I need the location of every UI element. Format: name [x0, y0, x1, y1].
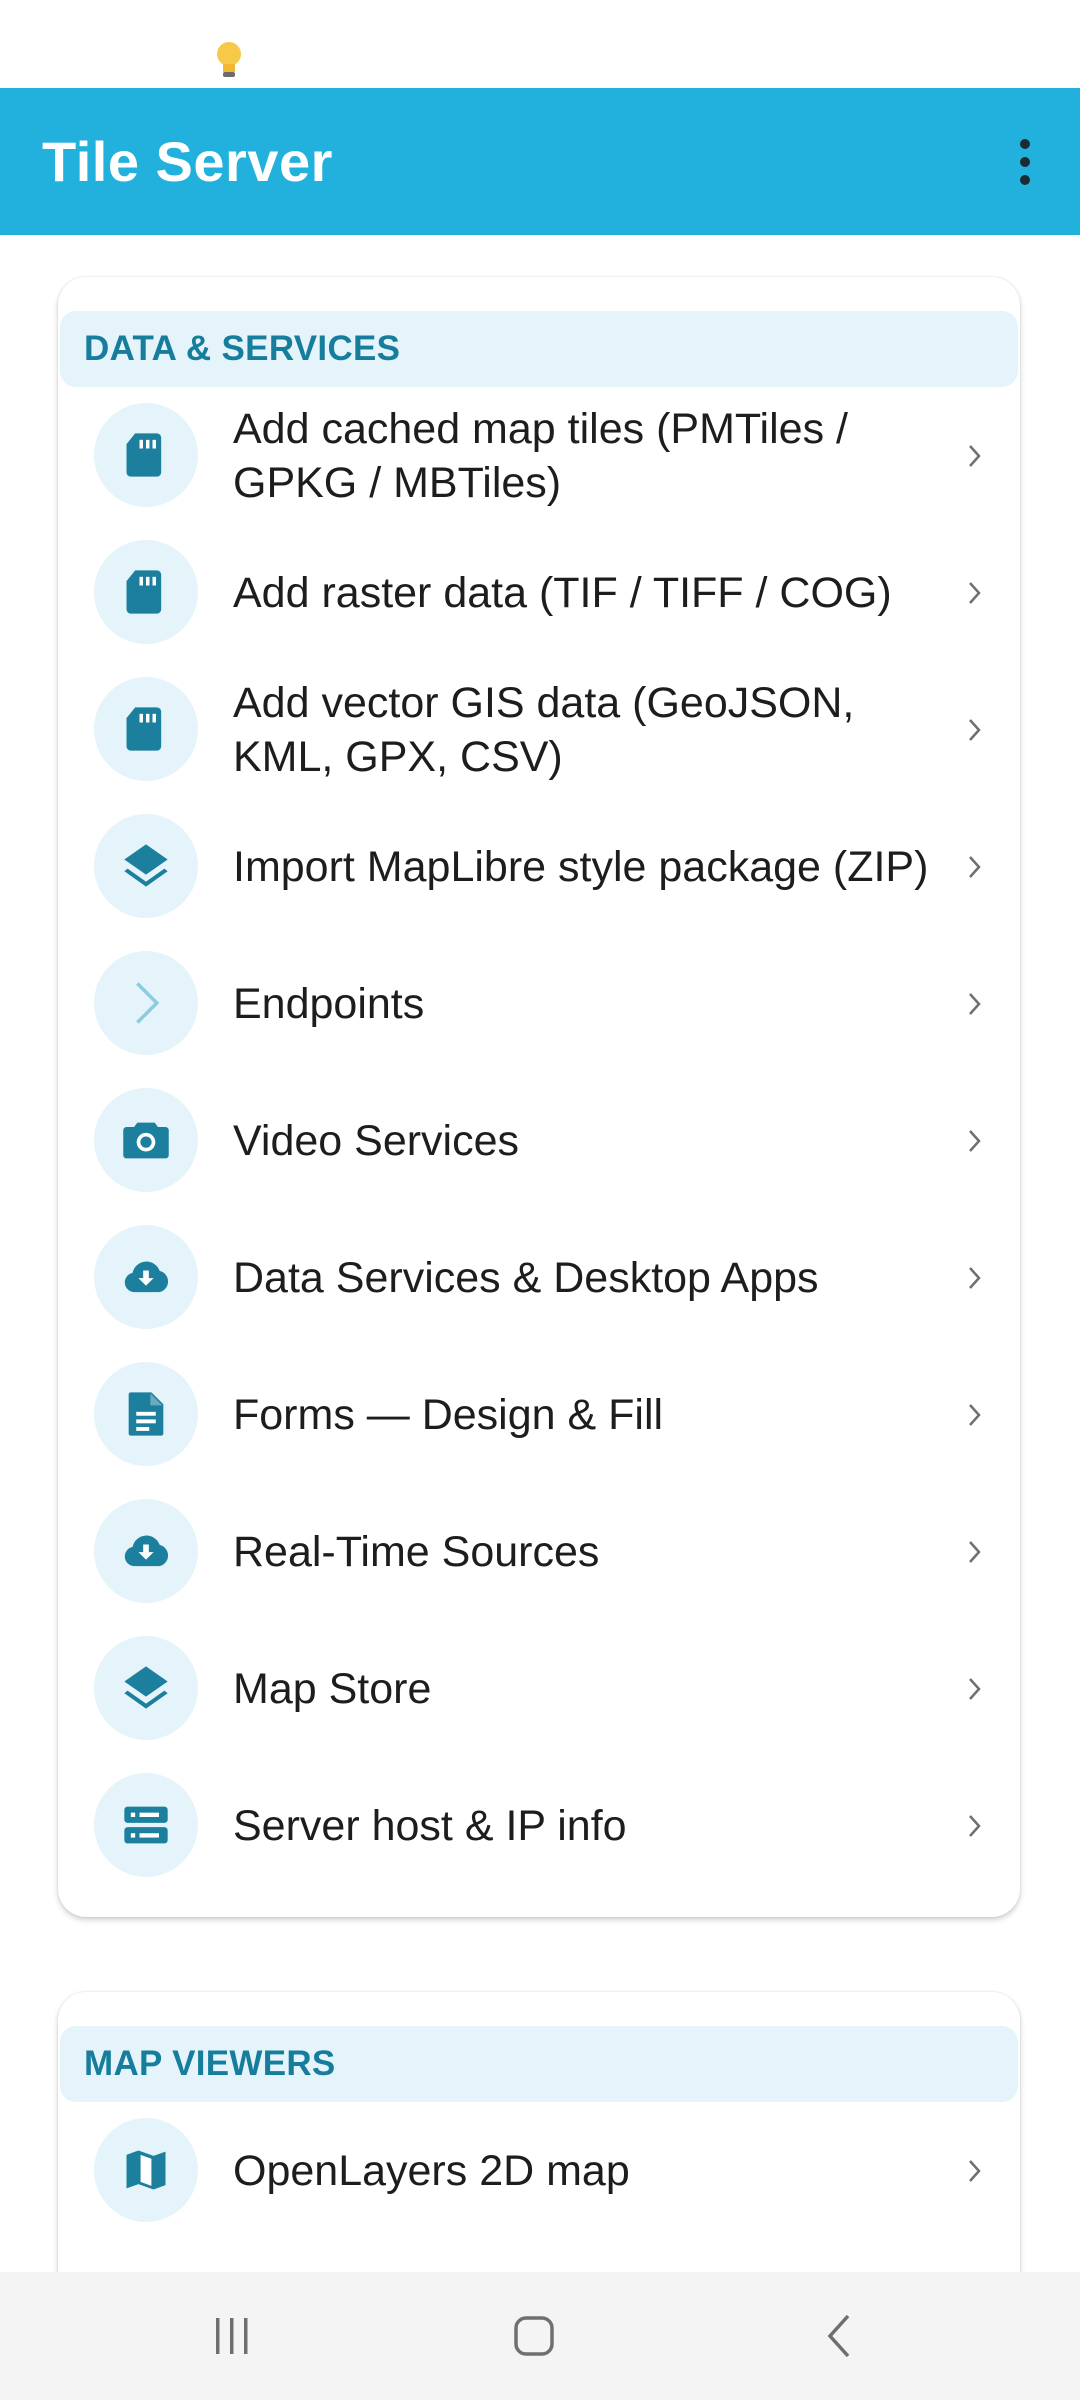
layers-icon — [94, 1636, 198, 1740]
document-icon — [94, 1362, 198, 1466]
data-services-card: DATA & SERVICES Add cached map tiles (PM… — [58, 277, 1020, 1917]
list-item-label: Add cached map tiles (PMTiles / GPKG / M… — [233, 404, 848, 507]
chevron-right-icon — [960, 2102, 990, 2239]
list-item-add-raster[interactable]: Add raster data (TIF / TIFF / COG) — [58, 524, 1020, 661]
main-content[interactable]: DATA & SERVICES Add cached map tiles (PM… — [0, 235, 1080, 2272]
list-item-real-time-sources[interactable]: Real-Time Sources — [58, 1483, 1020, 1620]
map-viewers-card: MAP VIEWERS OpenLayers 2D map — [58, 1992, 1020, 2272]
list-item-data-services[interactable]: Data Services & Desktop Apps — [58, 1209, 1020, 1346]
chevron-right-icon — [960, 1209, 990, 1346]
cloud-download-icon — [94, 1225, 198, 1329]
chevron-right-icon — [960, 1346, 990, 1483]
list-item-label: Server host & IP info — [233, 1801, 627, 1850]
map-icon — [94, 2118, 198, 2222]
chevron-right-icon — [960, 1483, 990, 1620]
list-item-add-cached-tiles[interactable]: Add cached map tiles (PMTiles / GPKG / M… — [58, 387, 1020, 524]
list-item-add-vector[interactable]: Add vector GIS data (GeoJSON, KML, GPX, … — [58, 661, 1020, 798]
status-bar — [0, 0, 1080, 88]
chevron-right-icon — [960, 387, 990, 524]
camera-icon — [94, 1088, 198, 1192]
lightbulb-icon — [217, 42, 241, 77]
list-item-forms[interactable]: Forms — Design & Fill — [58, 1346, 1020, 1483]
server-icon — [94, 1773, 198, 1877]
list-item-label: Map Store — [233, 1664, 432, 1713]
chevron-right-icon — [960, 661, 990, 798]
list-item-endpoints[interactable]: Endpoints — [58, 935, 1020, 1072]
recents-button[interactable] — [142, 2272, 322, 2400]
sd-card-icon — [94, 540, 198, 644]
app-title: Tile Server — [42, 130, 333, 193]
cloud-download-icon — [94, 1499, 198, 1603]
section-header-data-services: DATA & SERVICES — [60, 311, 1018, 387]
chevron-right-icon — [960, 1757, 990, 1894]
list-item-label: Data Services & Desktop Apps — [233, 1253, 819, 1302]
chevron-right-icon — [960, 1620, 990, 1757]
list-item-label: Add vector GIS data (GeoJSON, KML, GPX, … — [233, 678, 855, 781]
list-item-label: Add raster data (TIF / TIFF / COG) — [233, 568, 892, 617]
list-item-map-store[interactable]: Map Store — [58, 1620, 1020, 1757]
chevron-right-icon — [960, 935, 990, 1072]
sd-card-icon — [94, 403, 198, 507]
chevron-right-icon — [960, 1072, 990, 1209]
app-bar: Tile Server — [0, 88, 1080, 235]
list-item-label: Video Services — [233, 1116, 520, 1165]
system-nav-bar — [0, 2272, 1080, 2400]
chevron-right-icon — [960, 524, 990, 661]
section-header-map-viewers: MAP VIEWERS — [60, 2026, 1018, 2102]
back-button[interactable] — [748, 2272, 928, 2400]
list-item-video-services[interactable]: Video Services — [58, 1072, 1020, 1209]
home-button[interactable] — [444, 2272, 624, 2400]
chevron-right-icon — [960, 798, 990, 935]
list-item-server-host[interactable]: Server host & IP info — [58, 1757, 1020, 1894]
sd-card-icon — [94, 677, 198, 781]
chevron-right-icon — [94, 951, 198, 1055]
layers-icon — [94, 814, 198, 918]
list-item-openlayers[interactable]: OpenLayers 2D map — [58, 2102, 1020, 2239]
list-item-label: Forms — Design & Fill — [233, 1390, 664, 1439]
list-item-label: Real-Time Sources — [233, 1527, 600, 1576]
list-item-import-style[interactable]: Import MapLibre style package (ZIP) — [58, 798, 1020, 935]
list-item-label: Endpoints — [233, 979, 425, 1028]
list-item-label: Import MapLibre style package (ZIP) — [233, 842, 929, 891]
more-vert-icon[interactable] — [970, 88, 1080, 235]
list-item-label: OpenLayers 2D map — [233, 2146, 630, 2195]
